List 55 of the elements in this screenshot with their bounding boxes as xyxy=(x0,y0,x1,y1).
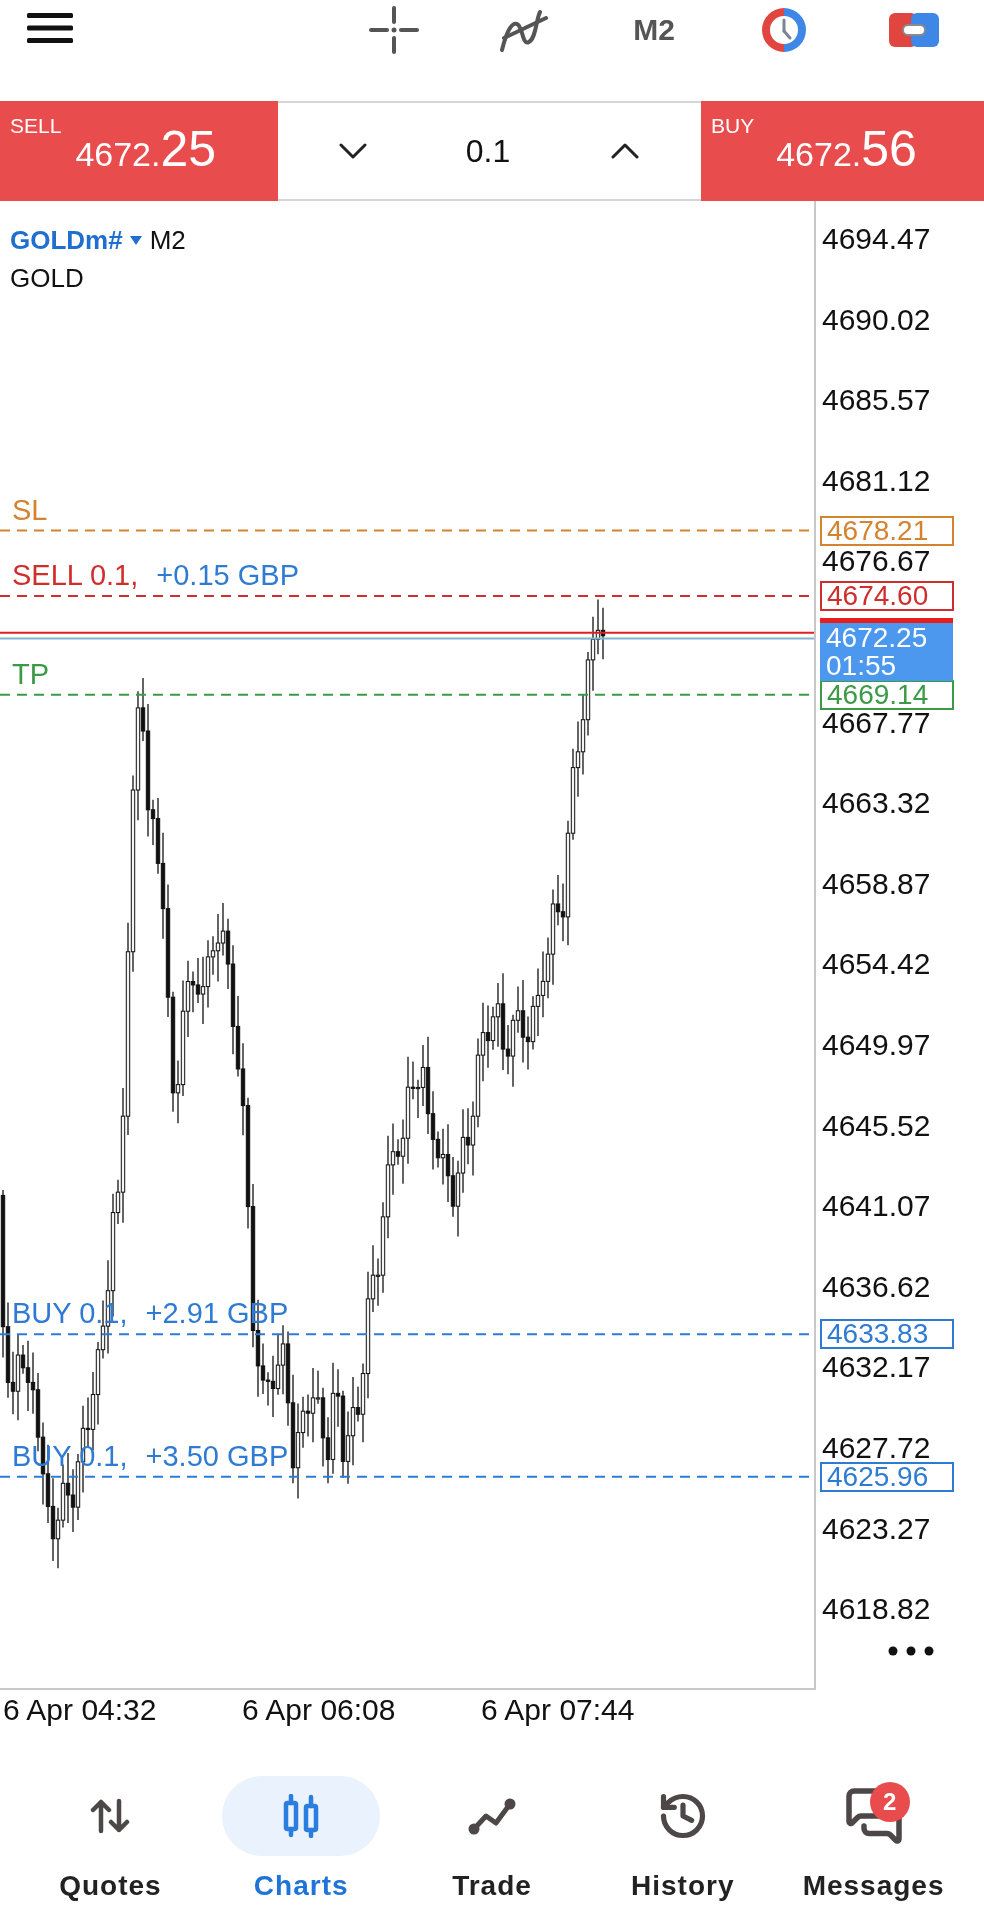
price-axis-label: 4654.42 xyxy=(822,946,931,983)
symbol-description: GOLD xyxy=(10,262,84,295)
price-axis-label: 4623.27 xyxy=(822,1510,931,1547)
caret-icon xyxy=(129,235,142,245)
sell-button[interactable]: SELL 4672.25 xyxy=(0,101,278,201)
nav-tab[interactable]: 2 Messages xyxy=(778,1776,969,1902)
volume-field[interactable]: 0.1 xyxy=(465,131,511,171)
price-axis-label: 4618.82 xyxy=(822,1591,931,1628)
price-axis-label: 4681.12 xyxy=(822,462,931,499)
chart-timeframe: M2 xyxy=(149,224,186,257)
toggle-button[interactable] xyxy=(887,11,941,49)
take-profit-price-tag: 4669.14 xyxy=(820,679,954,710)
order-profit: +3.50 GBP xyxy=(145,1438,289,1473)
price-axis-label: 4658.87 xyxy=(822,865,931,902)
time-axis-label: 6 Apr 06:08 xyxy=(242,1692,396,1728)
price-axis-label: 4676.67 xyxy=(822,543,931,580)
time-axis-label: 6 Apr 04:32 xyxy=(3,1692,157,1728)
price-axis-label: 4636.62 xyxy=(822,1268,931,1305)
nav-tab[interactable]: Charts xyxy=(205,1776,397,1902)
sell-order-label: SELL 0.1, xyxy=(12,557,139,592)
bar-countdown-text: 01:55 xyxy=(826,652,897,681)
price-axis-label: 4663.32 xyxy=(822,785,931,822)
chevron-down-icon xyxy=(339,143,367,159)
nav-tab[interactable]: Trade xyxy=(396,1776,588,1902)
crosshair-button[interactable] xyxy=(367,4,421,56)
up-down-arrows-icon xyxy=(90,1798,131,1834)
crosshair-icon xyxy=(369,6,419,54)
buy-order-price-tag: 4625.96 xyxy=(820,1461,954,1492)
trend-line-icon xyxy=(466,1796,518,1836)
stop-loss-label: SL xyxy=(12,492,48,527)
order-profit: +0.15 GBP xyxy=(156,557,299,592)
sell-order-price-tag: 4674.60 xyxy=(820,580,954,611)
bid-price-text: 4672.25 xyxy=(826,624,928,653)
take-profit-label: TP xyxy=(12,656,50,691)
price-axis-label: 4632.17 xyxy=(822,1349,931,1386)
stop-loss-price-tag: 4678.21 xyxy=(820,515,954,546)
price-axis-label: 4641.07 xyxy=(822,1188,931,1225)
price-axis-label: 4694.47 xyxy=(822,221,931,257)
notification-badge: 2 xyxy=(869,1782,910,1822)
toggle-icon xyxy=(889,13,939,47)
nav-tab[interactable]: History xyxy=(587,1776,779,1902)
price-axis-label: 4685.57 xyxy=(822,382,931,419)
buy-order-price-tag: 4633.83 xyxy=(820,1319,954,1350)
symbol-selector[interactable]: GOLDm# xyxy=(10,223,142,257)
menu-icon xyxy=(27,13,73,43)
chevron-up-icon xyxy=(610,143,639,159)
price-axis-label: 4645.52 xyxy=(822,1107,931,1144)
price-axis-label: 4690.02 xyxy=(822,301,931,338)
timeframe-button[interactable]: M2 xyxy=(631,10,677,50)
buy-button[interactable]: BUY 4672.56 xyxy=(701,101,984,201)
clock-icon xyxy=(759,6,809,54)
time-axis-label: 6 Apr 07:44 xyxy=(481,1692,635,1728)
more-icon xyxy=(888,1646,934,1656)
nav-tab[interactable]: Quotes xyxy=(15,1776,206,1902)
price-axis-label: 4649.97 xyxy=(822,1026,931,1063)
